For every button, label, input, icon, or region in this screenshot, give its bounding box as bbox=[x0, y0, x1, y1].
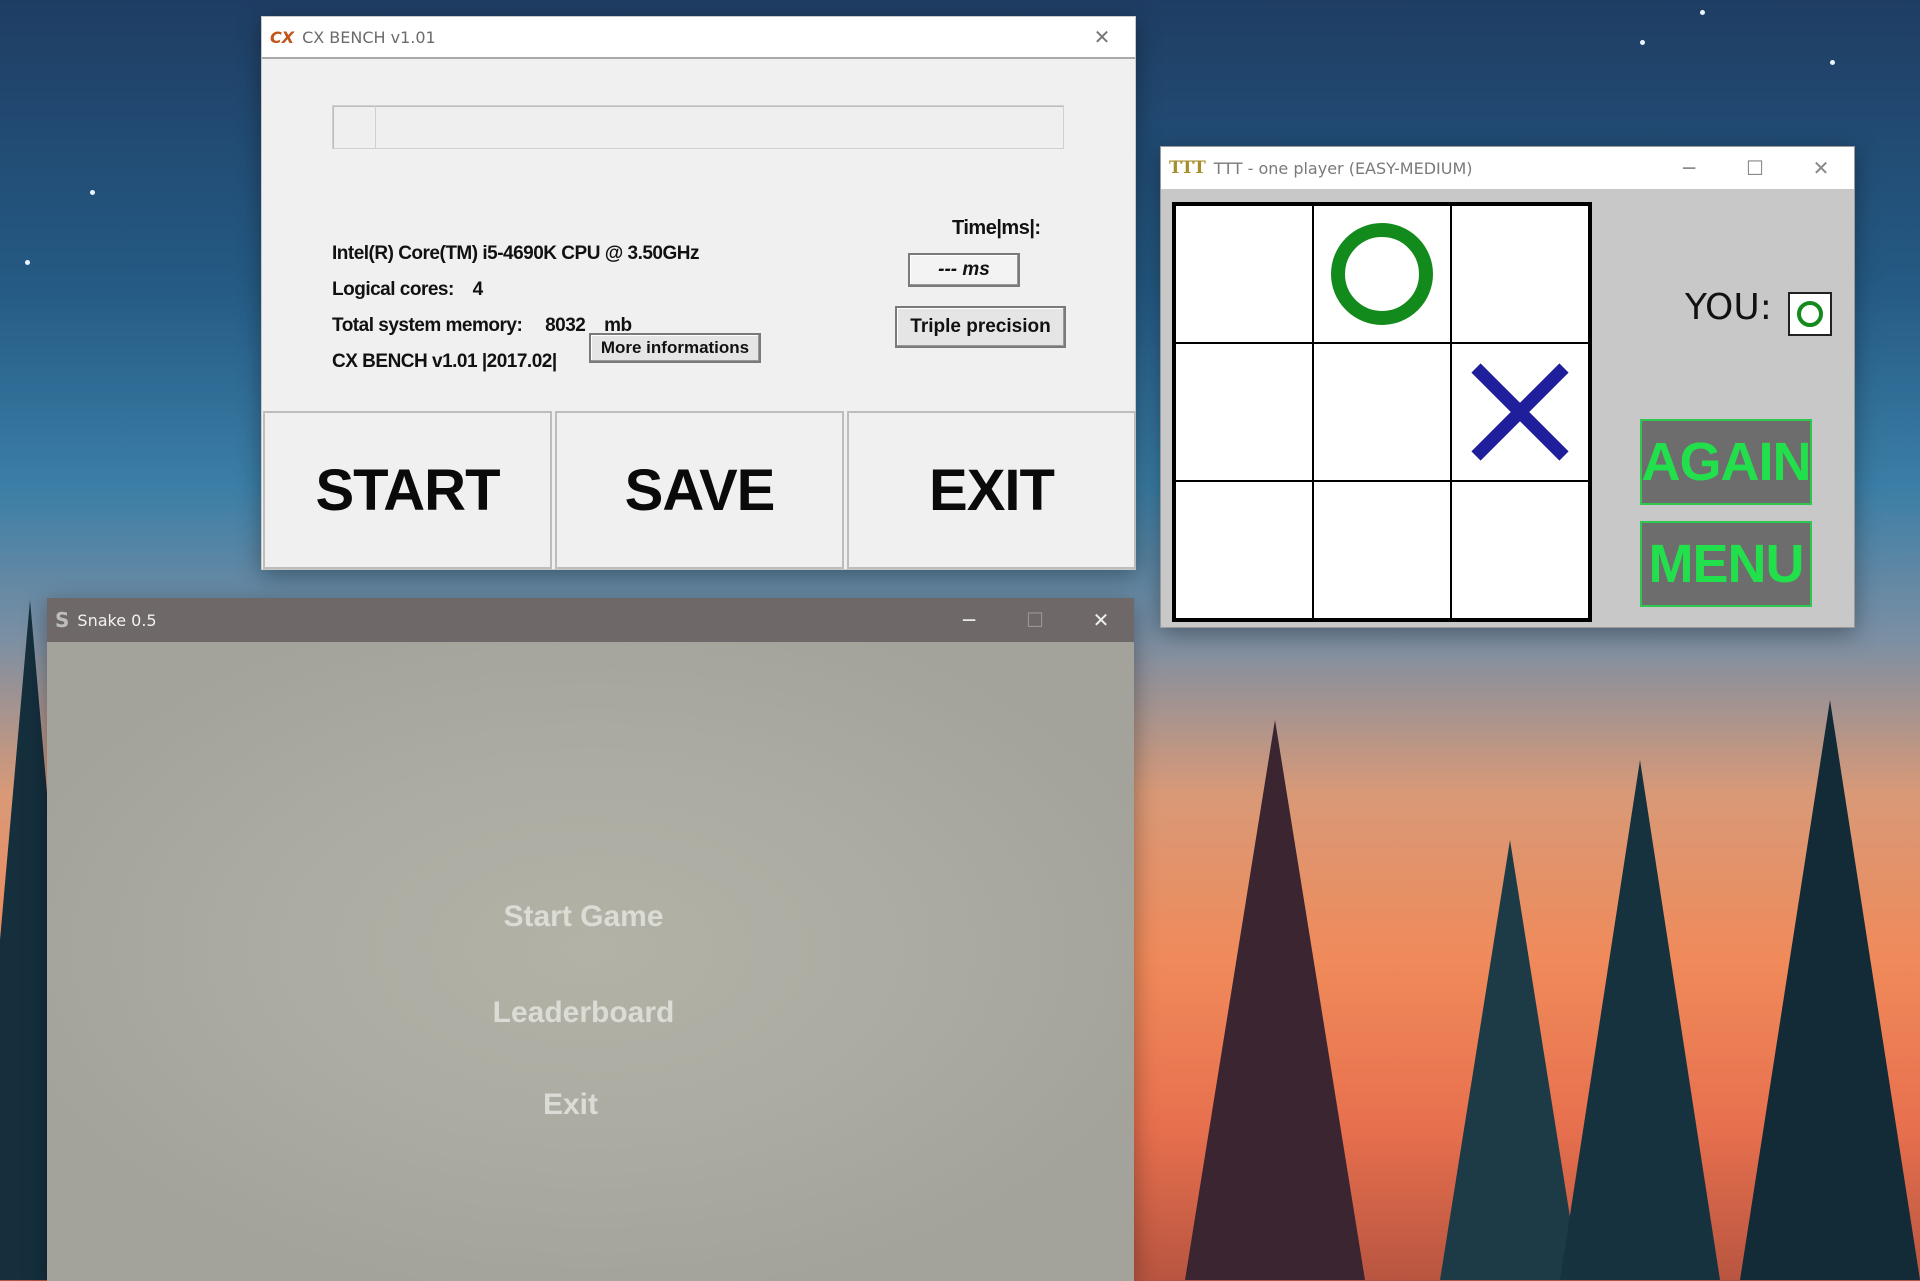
board-cell[interactable] bbox=[1313, 481, 1451, 619]
triple-precision-button[interactable]: Triple precision bbox=[895, 306, 1066, 348]
logical-cores-value: 4 bbox=[472, 279, 484, 300]
board-cell[interactable] bbox=[1175, 343, 1313, 481]
window-title: CX BENCH v1.01 bbox=[302, 27, 436, 47]
player-symbol-indicator bbox=[1788, 292, 1832, 336]
snake-app-icon: S bbox=[55, 608, 70, 632]
logical-cores: Logical cores: 4 bbox=[332, 279, 483, 301]
snake-titlebar[interactable]: S Snake 0.5 ─ ☐ ✕ bbox=[47, 598, 1134, 642]
cx-bench-window: CX CX BENCH v1.01 ✕ Intel(R) Core(TM) i5… bbox=[261, 16, 1136, 570]
system-memory: Total system memory: 8032 mb bbox=[332, 315, 632, 337]
board-cell[interactable] bbox=[1451, 481, 1589, 619]
o-mark bbox=[1331, 223, 1433, 325]
maximize-icon[interactable]: ☐ bbox=[1722, 156, 1788, 180]
more-informations-button[interactable]: More informations bbox=[589, 333, 761, 363]
tree bbox=[1740, 700, 1920, 1280]
snake-menu-screen: Start Game Leaderboard Exit bbox=[47, 642, 1134, 1281]
star bbox=[1640, 40, 1645, 45]
ttt-app-icon: TTT bbox=[1169, 158, 1206, 178]
time-label: Time|ms|: bbox=[952, 217, 1041, 239]
cpu-name: Intel(R) Core(TM) i5-4690K CPU @ 3.50GHz bbox=[332, 243, 700, 264]
start-game-option[interactable]: Start Game bbox=[47, 900, 1134, 934]
x-mark bbox=[1471, 363, 1569, 461]
memory-label: Total system memory: bbox=[332, 315, 523, 336]
memory-value: 8032 bbox=[545, 315, 586, 336]
minimize-icon[interactable]: ─ bbox=[936, 608, 1002, 632]
save-button[interactable]: SAVE bbox=[555, 411, 844, 569]
star bbox=[25, 260, 30, 265]
leaderboard-option[interactable]: Leaderboard bbox=[47, 996, 1134, 1030]
board-cell[interactable] bbox=[1451, 205, 1589, 343]
board-cell[interactable] bbox=[1313, 205, 1451, 343]
tree bbox=[1560, 760, 1720, 1280]
exit-option[interactable]: Exit bbox=[47, 1088, 1134, 1122]
star bbox=[1700, 10, 1705, 15]
tree bbox=[1185, 720, 1365, 1280]
close-icon[interactable]: ✕ bbox=[1069, 25, 1135, 49]
tree bbox=[1440, 840, 1580, 1280]
menu-button[interactable]: MENU bbox=[1640, 521, 1812, 607]
board-cell[interactable] bbox=[1175, 481, 1313, 619]
cx-app-icon: CX bbox=[270, 27, 295, 47]
game-board bbox=[1172, 202, 1592, 622]
minimize-icon[interactable]: ─ bbox=[1656, 156, 1722, 180]
cx-titlebar[interactable]: CX CX BENCH v1.01 ✕ bbox=[262, 17, 1135, 59]
snake-window: S Snake 0.5 ─ ☐ ✕ Start Game Leaderboard… bbox=[47, 598, 1134, 1281]
star bbox=[1830, 60, 1835, 65]
you-label: YOU: bbox=[1685, 287, 1772, 328]
benchmark-progress-bar bbox=[332, 105, 1064, 149]
progress-fill bbox=[333, 106, 376, 148]
board-cell[interactable] bbox=[1175, 205, 1313, 343]
window-title: TTT - one player (EASY-MEDIUM) bbox=[1213, 158, 1473, 178]
maximize-icon[interactable]: ☐ bbox=[1002, 608, 1068, 632]
board-cell[interactable] bbox=[1313, 343, 1451, 481]
ttt-titlebar[interactable]: TTT TTT - one player (EASY-MEDIUM) ─ ☐ ✕ bbox=[1161, 147, 1854, 189]
start-button[interactable]: START bbox=[263, 411, 552, 569]
again-button[interactable]: AGAIN bbox=[1640, 419, 1812, 505]
board-cell[interactable] bbox=[1451, 343, 1589, 481]
close-icon[interactable]: ✕ bbox=[1068, 608, 1134, 632]
window-title: Snake 0.5 bbox=[77, 610, 157, 630]
version-info: CX BENCH v1.01 |2017.02| bbox=[332, 351, 557, 372]
exit-button[interactable]: EXIT bbox=[847, 411, 1136, 569]
star bbox=[90, 190, 95, 195]
close-icon[interactable]: ✕ bbox=[1788, 156, 1854, 180]
time-readout: --- ms bbox=[908, 253, 1020, 287]
o-mark-small bbox=[1797, 301, 1823, 327]
logical-cores-label: Logical cores: bbox=[332, 279, 454, 300]
tic-tac-toe-window: TTT TTT - one player (EASY-MEDIUM) ─ ☐ ✕… bbox=[1160, 146, 1855, 628]
